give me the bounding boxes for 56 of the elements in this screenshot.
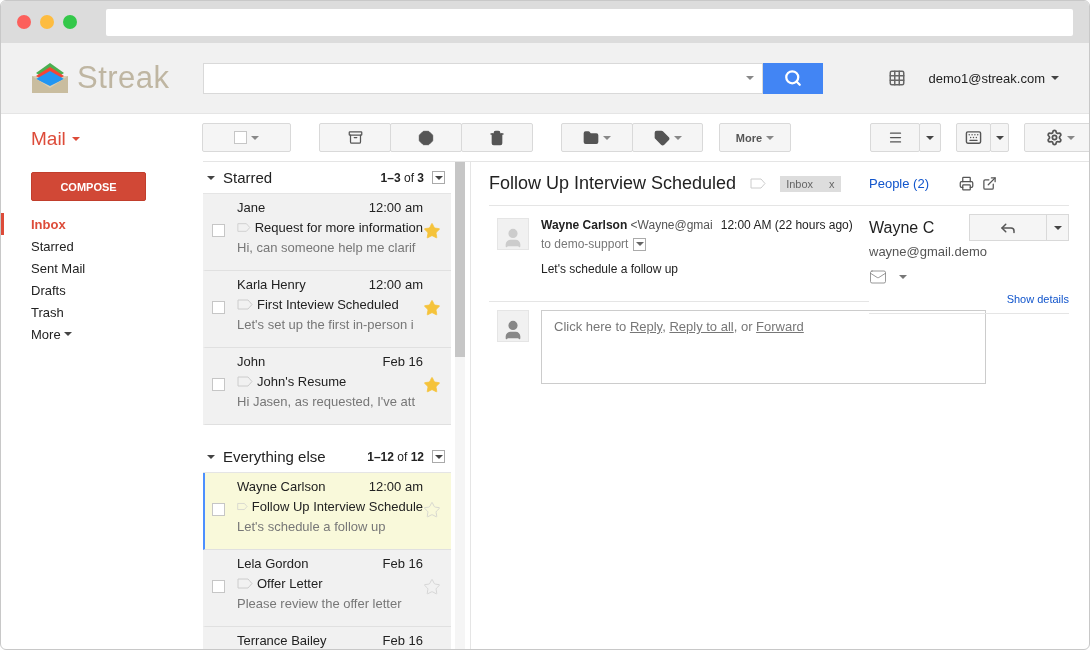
message-sender: Wayne Carlson <Wayne@gmai [541,218,713,232]
conversation-subject: Follow Up Interview Scheduled [489,173,737,194]
reply-box[interactable]: Click here to Reply, Reply to all, or Forward [541,310,986,384]
people-title[interactable]: People (2) [869,176,929,191]
more-button[interactable]: More [719,123,791,152]
thread-time: Feb 16 [382,556,423,571]
thread-row[interactable]: Jane 12:00 am Request for more information Hi, can someone help me clarif [203,194,451,271]
nav-item[interactable]: Sent Mail [1,257,203,279]
thread-row[interactable]: Lela Gordon Feb 16 Offer Letter Please review the offer letter [203,550,451,627]
mail-menu[interactable]: Mail [1,126,203,151]
section-count: 1–12 of 12 [367,449,424,464]
message-body: Let's schedule a follow up [541,262,679,276]
thread-subject: First Inteview Scheduled [257,297,399,312]
recipient: to demo-support [541,237,629,251]
sender: Karla Henry [237,277,306,292]
thread-time: 12:00 am [368,479,423,494]
nav-item[interactable]: Trash [1,301,203,323]
thread-time: Feb 16 [382,354,423,369]
contact-name: Wayne C [869,218,935,237]
thread-snippet: Let's schedule a follow up [237,519,387,534]
sender: John [237,354,266,369]
thread-subject: Offer Letter [257,576,323,591]
account-menu[interactable]: demo1@streak.com [928,70,1059,86]
sender: Jane [237,200,266,215]
nav-item[interactable]: Starred [1,235,203,257]
sender: Lela Gordon [237,556,309,571]
thread-snippet: Please review the offer letter [237,596,403,611]
reply-link[interactable]: Forward [756,319,804,334]
nav-item[interactable]: Drafts [1,279,203,301]
nav-item[interactable]: More [1,323,203,345]
thread-subject: Follow Up Interview Schedule [251,499,423,514]
thread-row[interactable]: Terrance Bailey Feb 16 [203,627,451,649]
thread-subject: John's Resume [257,374,347,389]
thread-time: 12:00 am [368,200,423,215]
section-title[interactable]: Starred [223,169,273,186]
show-details-link[interactable]: Show details [1006,293,1069,305]
thread-row[interactable]: Karla Henry 12:00 am First Inteview Scheduled Let's set up the first in-person i [203,271,451,348]
section-count: 1–3 of 3 [380,170,424,185]
sender: Terrance Bailey [237,633,327,648]
message-time: 12:00 AM (22 hours ago) [720,218,853,232]
reply-link[interactable]: Reply to all [669,319,734,334]
logo-text: Streak [77,60,170,96]
thread-row[interactable]: John Feb 16 John's Resume Hi Jasen, as requested, I've att [203,348,451,425]
thread-time: Feb 16 [382,633,423,648]
thread-snippet: Hi Jasen, as requested, I've att [237,394,417,409]
thread-row[interactable]: Wayne Carlson 12:00 am Follow Up Interview Schedule Let's schedule a follow up [203,473,451,550]
label-chip[interactable]: Inbox x [780,175,841,192]
sender: Wayne Carlson [237,479,326,494]
thread-snippet: Let's set up the first in-person i [237,317,415,332]
remove-label[interactable]: x [829,177,835,190]
thread-snippet: Hi, can someone help me clarif [237,240,417,255]
compose-button[interactable]: COMPOSE [31,172,146,201]
contact-email: wayne@gmail.demo [869,244,988,259]
section-title[interactable]: Everything else [223,448,326,465]
thread-time: 12:00 am [368,277,423,292]
thread-subject: Request for more information [254,220,423,235]
